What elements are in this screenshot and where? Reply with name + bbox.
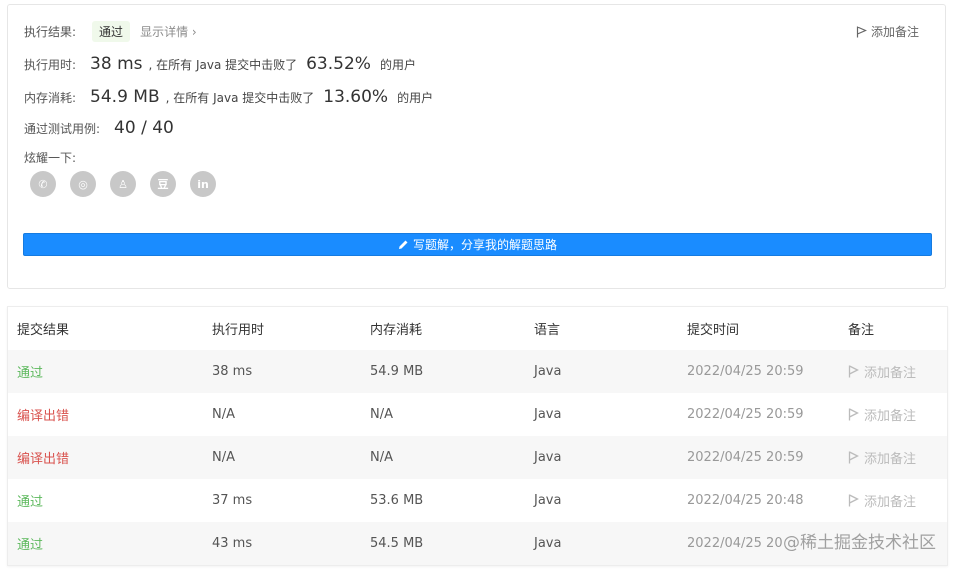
header-memory[interactable]: 内存消耗 <box>370 307 422 350</box>
add-note-row-label: 添加备注 <box>864 366 917 381</box>
add-note-row-button[interactable]: 添加备注 <box>848 479 916 522</box>
runtime-cell: 38 ms <box>212 364 253 379</box>
pencil-icon <box>398 240 408 249</box>
weibo-icon[interactable]: ◎ <box>70 171 96 197</box>
watermark: @稀土掘金技术社区 <box>783 533 936 553</box>
write-solution-button[interactable]: 写题解，分享我的解题思路 <box>23 233 932 256</box>
memory-cell: N/A <box>370 407 393 422</box>
write-solution-label: 写题解，分享我的解题思路 <box>412 238 557 252</box>
runtime-label: 执行用时: <box>24 58 77 72</box>
runtime-beat-text: , 在所有 Java 提交中击败了 <box>148 58 298 72</box>
memory-suffix: 的用户 <box>397 91 434 105</box>
memory-cell: 54.5 MB <box>370 536 424 551</box>
add-note-row-label: 添加备注 <box>864 452 917 467</box>
time-cell: 2022/04/25 20:59 <box>687 364 804 379</box>
memory-cell: 53.6 MB <box>370 493 424 508</box>
header-time[interactable]: 提交时间 <box>687 307 739 350</box>
flag-icon <box>848 494 859 507</box>
time-cell: 2022/04/25 20 <box>687 536 783 551</box>
result-row: 执行结果: 通过 显示详情 › <box>24 21 197 42</box>
flag-icon <box>856 25 867 37</box>
submissions-table: 提交结果 执行用时 内存消耗 语言 提交时间 备注 通过 38 ms 54.9 … <box>7 306 948 566</box>
submission-result-link[interactable]: 通过 <box>17 479 43 522</box>
flag-icon <box>848 365 859 378</box>
submission-result-link[interactable]: 编译出错 <box>17 393 69 436</box>
header-result[interactable]: 提交结果 <box>17 307 69 350</box>
add-note-row-button[interactable]: 添加备注 <box>848 393 916 436</box>
table-row: 编译出错 N/A N/A Java 2022/04/25 20:59 添加备注 <box>8 393 947 436</box>
linkedin-icon[interactable]: in <box>190 171 216 197</box>
add-note-row-label: 添加备注 <box>864 495 917 510</box>
tests-value: 40 / 40 <box>114 118 174 138</box>
memory-label: 内存消耗: <box>24 91 77 105</box>
tests-row: 通过测试用例: 40 / 40 <box>24 118 174 138</box>
language-cell: Java <box>534 364 562 379</box>
submission-result-link[interactable]: 通过 <box>17 350 43 393</box>
language-cell: Java <box>534 536 562 551</box>
show-details-link[interactable]: 显示详情 › <box>140 23 197 40</box>
time-cell: 2022/04/25 20:59 <box>687 407 804 422</box>
add-note-row-button[interactable]: 添加备注 <box>848 350 916 393</box>
memory-percent: 13.60% <box>323 87 389 107</box>
header-note: 备注 <box>848 323 875 338</box>
memory-cell: 54.9 MB <box>370 364 424 379</box>
submission-summary-card: 执行结果: 通过 显示详情 › 添加备注 执行用时: 38 ms , 在所有 J… <box>7 4 946 289</box>
table-row: 编译出错 N/A N/A Java 2022/04/25 20:59 添加备注 <box>8 436 947 479</box>
submission-result-link[interactable]: 通过 <box>17 522 43 565</box>
language-cell: Java <box>534 407 562 422</box>
runtime-suffix: 的用户 <box>379 58 416 72</box>
table-row: 通过 38 ms 54.9 MB Java 2022/04/25 20:59 添… <box>8 350 947 393</box>
runtime-row: 执行用时: 38 ms , 在所有 Java 提交中击败了 63.52% 的用户 <box>24 54 416 74</box>
flag-icon <box>848 408 859 421</box>
memory-beat-text: , 在所有 Java 提交中击败了 <box>165 91 315 105</box>
add-note-button[interactable]: 添加备注 <box>856 23 919 40</box>
time-cell: 2022/04/25 20:59 <box>687 450 804 465</box>
flag-icon <box>848 451 859 464</box>
runtime-cell: N/A <box>212 450 235 465</box>
runtime-percent: 63.52% <box>306 54 371 74</box>
table-header-row: 提交结果 执行用时 内存消耗 语言 提交时间 备注 <box>8 307 947 350</box>
table-row: 通过 37 ms 53.6 MB Java 2022/04/25 20:48 添… <box>8 479 947 522</box>
memory-value: 54.9 MB <box>90 87 160 107</box>
language-cell: Java <box>534 450 562 465</box>
share-row: 炫耀一下: <box>24 149 76 166</box>
add-note-row-button[interactable]: 添加备注 <box>848 436 916 479</box>
runtime-value: 38 ms <box>90 54 143 74</box>
header-language[interactable]: 语言 <box>534 307 560 350</box>
runtime-cell: 37 ms <box>212 493 253 508</box>
result-label: 执行结果: <box>24 25 77 39</box>
result-badge: 通过 <box>92 21 131 42</box>
runtime-cell: N/A <box>212 407 235 422</box>
share-icons: ✆ ◎ ♙ 豆 in <box>30 171 216 197</box>
wechat-icon[interactable]: ✆ <box>30 171 56 197</box>
add-note-row-label: 添加备注 <box>864 409 917 424</box>
header-runtime[interactable]: 执行用时 <box>212 307 264 350</box>
language-cell: Java <box>534 493 562 508</box>
douban-icon[interactable]: 豆 <box>150 171 176 197</box>
memory-cell: N/A <box>370 450 393 465</box>
share-label: 炫耀一下: <box>24 151 77 165</box>
time-cell: 2022/04/25 20:48 <box>687 493 804 508</box>
memory-row: 内存消耗: 54.9 MB , 在所有 Java 提交中击败了 13.60% 的… <box>24 87 433 107</box>
submission-result-link[interactable]: 编译出错 <box>17 436 69 479</box>
runtime-cell: 43 ms <box>212 536 253 551</box>
qq-icon[interactable]: ♙ <box>110 171 136 197</box>
tests-label: 通过测试用例: <box>24 122 101 136</box>
add-note-label: 添加备注 <box>870 25 919 39</box>
